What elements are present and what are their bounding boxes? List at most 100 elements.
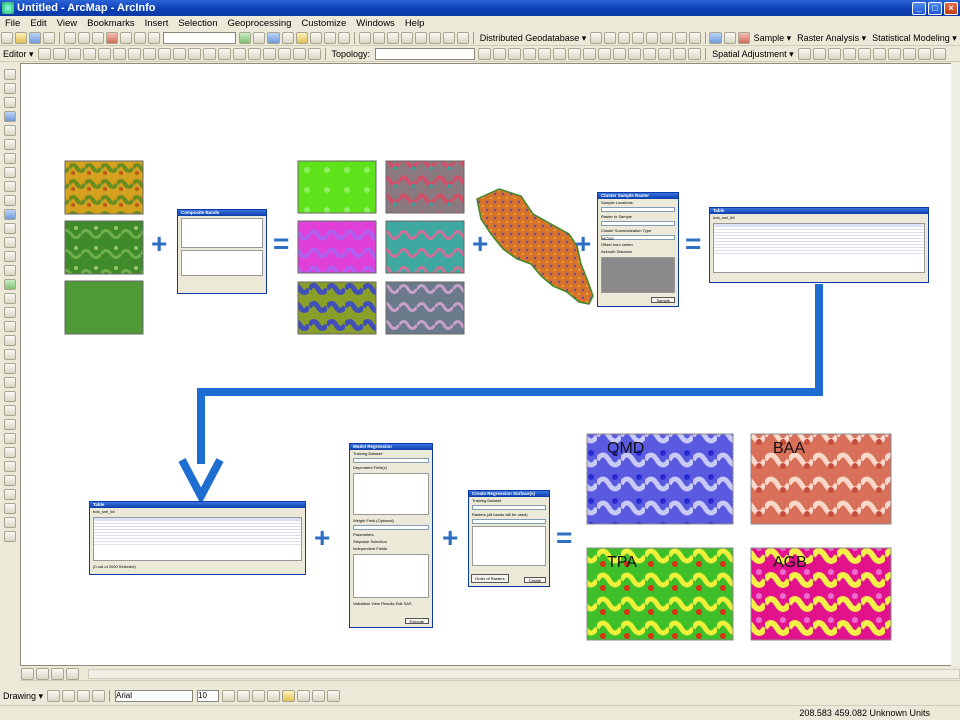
layout-tool-icon[interactable] [4, 503, 16, 514]
menu-windows[interactable]: Windows [351, 18, 400, 29]
horizontal-scrollbar[interactable] [88, 668, 960, 679]
summarization-select[interactable]: MODE [601, 235, 675, 241]
edit-tool-icon[interactable] [172, 48, 186, 60]
table-bottom-grid[interactable] [93, 517, 302, 561]
identify-icon[interactable] [4, 209, 16, 220]
fixed-zoom-in-icon[interactable] [4, 125, 16, 136]
mr-dependent-list[interactable] [353, 473, 429, 515]
table-row[interactable] [94, 542, 301, 545]
layout-zoom-icon[interactable] [4, 307, 16, 318]
python-icon[interactable] [309, 32, 322, 44]
geodatabase-tool-icon[interactable] [660, 32, 673, 44]
menu-edit[interactable]: Edit [25, 18, 51, 29]
band-order-list[interactable] [181, 250, 263, 276]
layout-tool-icon[interactable] [442, 32, 455, 44]
edit-tool-icon[interactable] [127, 48, 141, 60]
close-button[interactable]: × [944, 1, 958, 15]
adjust-tool-icon[interactable] [812, 48, 826, 60]
topology-tool-icon[interactable] [568, 48, 582, 60]
table-row[interactable] [714, 251, 924, 254]
topology-tool-icon[interactable] [493, 48, 507, 60]
model-builder-icon[interactable] [323, 32, 336, 44]
layout-tool-icon[interactable] [4, 447, 16, 458]
font-name-dropdown[interactable]: Arial [115, 690, 194, 702]
sample-tool-icon[interactable] [737, 32, 750, 44]
layout-tool-icon[interactable] [4, 377, 16, 388]
arctoolbox-icon[interactable] [295, 32, 308, 44]
adjust-tool-icon[interactable] [872, 48, 886, 60]
topology-tool-icon[interactable] [538, 48, 552, 60]
underline-icon[interactable] [252, 690, 266, 702]
edit-tool-icon[interactable] [97, 48, 111, 60]
band-list[interactable] [181, 218, 263, 248]
html-popup-icon[interactable] [4, 265, 16, 276]
topology-dropdown[interactable] [375, 48, 476, 60]
save-icon[interactable] [29, 32, 42, 44]
go-to-xy-icon[interactable] [4, 279, 16, 290]
geodatabase-tool-icon[interactable] [688, 32, 701, 44]
layout-tool-icon[interactable] [4, 475, 16, 486]
select-elements-icon[interactable] [47, 690, 61, 702]
table-top-tab[interactable]: bob_sml_tbl [710, 214, 928, 221]
full-extent-icon[interactable] [4, 111, 16, 122]
text-icon[interactable] [92, 690, 106, 702]
spatial-adjustment-menu[interactable]: Spatial Adjustment ▾ [709, 49, 797, 60]
topology-tool-icon[interactable] [478, 48, 492, 60]
create-button[interactable]: Create [523, 577, 546, 583]
edit-tool-icon[interactable] [37, 48, 51, 60]
edit-tool-icon[interactable] [187, 48, 201, 60]
cs-training-field[interactable] [472, 505, 546, 510]
edit-tool-icon[interactable] [157, 48, 171, 60]
layout-tool-icon[interactable] [4, 531, 16, 542]
adjust-tool-icon[interactable] [932, 48, 946, 60]
find-icon[interactable] [4, 223, 16, 234]
layout-tool-icon[interactable] [4, 391, 16, 402]
geodatabase-tool-icon[interactable] [674, 32, 687, 44]
distributed-geodatabase-menu[interactable]: Distributed Geodatabase ▾ [477, 33, 590, 44]
topology-tool-icon[interactable] [688, 48, 702, 60]
font-size-dropdown[interactable]: 10 [197, 690, 220, 702]
layout-page-icon[interactable] [4, 335, 16, 346]
topology-tool-icon[interactable] [508, 48, 522, 60]
menu-view[interactable]: View [52, 18, 82, 29]
catalog-icon[interactable] [267, 32, 280, 44]
paste-icon[interactable] [92, 32, 105, 44]
sample-menu[interactable]: Sample ▾ [751, 33, 795, 44]
editor-menu[interactable]: Editor ▾ [0, 49, 37, 60]
adjust-tool-icon[interactable] [917, 48, 931, 60]
table-top-grid[interactable] [713, 223, 925, 273]
statistical-modeling-menu[interactable]: Statistical Modeling ▾ [869, 33, 960, 44]
cut-icon[interactable] [64, 32, 77, 44]
menu-selection[interactable]: Selection [173, 18, 222, 29]
add-data-icon[interactable] [148, 32, 161, 44]
menu-insert[interactable]: Insert [140, 18, 174, 29]
rotate-icon[interactable] [62, 690, 76, 702]
geodatabase-tool-icon[interactable] [632, 32, 645, 44]
hyperlink-icon[interactable] [4, 251, 16, 262]
mr-training-field[interactable] [353, 458, 429, 463]
layout-tool-icon[interactable] [4, 405, 16, 416]
maximize-button[interactable]: □ [928, 1, 942, 15]
line-color-icon[interactable] [297, 690, 311, 702]
measure-icon[interactable] [4, 237, 16, 248]
sample-tool-icon[interactable] [709, 32, 722, 44]
geodatabase-tool-icon[interactable] [646, 32, 659, 44]
edit-tool-icon[interactable] [217, 48, 231, 60]
layout-tool-icon[interactable] [4, 517, 16, 528]
geodatabase-tool-icon[interactable] [604, 32, 617, 44]
forward-icon[interactable] [4, 167, 16, 178]
zoom-in-icon[interactable] [4, 69, 16, 80]
layout-tool-icon[interactable] [358, 32, 371, 44]
marker-color-icon[interactable] [312, 690, 326, 702]
time-slider-icon[interactable] [4, 293, 16, 304]
edit-tool-icon[interactable] [247, 48, 261, 60]
back-icon[interactable] [4, 153, 16, 164]
layout-view-icon[interactable] [36, 667, 49, 680]
adjust-tool-icon[interactable] [857, 48, 871, 60]
topology-tool-icon[interactable] [583, 48, 597, 60]
edit-tool-icon[interactable] [262, 48, 276, 60]
cs-rasters-field[interactable] [472, 519, 546, 524]
layout-tool-icon[interactable] [428, 32, 441, 44]
bold-icon[interactable] [222, 690, 236, 702]
pause-drawing-icon[interactable] [66, 667, 79, 680]
